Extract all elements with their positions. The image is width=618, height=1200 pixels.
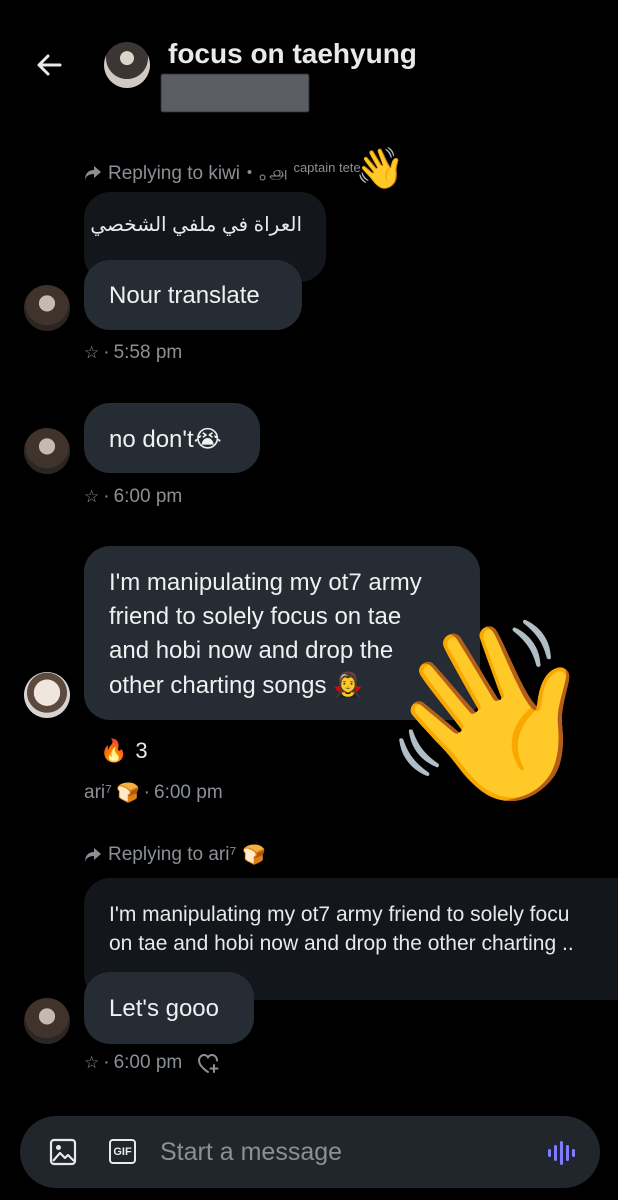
quoted-line: I'm manipulating my ot7 army friend to s…: [109, 903, 570, 926]
add-reaction-heart-icon[interactable]: [196, 1052, 220, 1074]
message-line: and hobi now and drop the: [109, 637, 394, 664]
message-time: 5:58 pm: [113, 342, 183, 363]
fire-emoji: 🔥: [100, 738, 128, 764]
crying-face-emoji: 😭: [193, 425, 222, 453]
bread-emoji: 🍞: [116, 782, 140, 804]
conversation-title[interactable]: focus on taehyung: [168, 38, 417, 70]
message-time: 6:00 pm: [113, 486, 183, 507]
back-arrow-icon[interactable]: [34, 50, 64, 80]
reply-arrow-icon: [85, 165, 101, 180]
replying-to-text: Replying to ari⁷: [108, 843, 237, 865]
message-time: 6:00 pm: [113, 1052, 183, 1073]
avatar[interactable]: [24, 672, 70, 718]
avatar[interactable]: [24, 285, 70, 331]
message-bubble[interactable]: Nour translate: [84, 260, 302, 330]
message-line: I'm manipulating my ot7 army: [109, 569, 422, 596]
reaction-count: 3: [135, 738, 148, 763]
replying-to-extra: captain tete: [293, 160, 361, 175]
avatar[interactable]: [24, 428, 70, 474]
waving-hand-sticker: 👋: [355, 146, 405, 192]
redacted-username: [161, 74, 309, 112]
bread-emoji: 🍞: [242, 844, 266, 866]
sender-name[interactable]: ari⁷: [84, 782, 112, 804]
message-meta: ☆ · 5:58 pm: [84, 342, 183, 363]
star-icon[interactable]: ☆: [84, 487, 99, 507]
message-line-text: other charting songs: [109, 672, 327, 699]
message-time: 6:00 pm: [154, 781, 223, 803]
voice-message-icon[interactable]: [546, 1139, 576, 1167]
message-meta: ☆ · 6:00 pm: [84, 486, 183, 507]
replying-to-label[interactable]: Replying to ari⁷ 🍞: [84, 843, 266, 866]
quoted-text: العراة في ملفي الشخصي: [90, 214, 302, 236]
message-bubble[interactable]: Let's gooo: [84, 972, 254, 1044]
message-line: friend to solely focus on tae: [109, 603, 402, 630]
replying-to-text: Replying to kiwi・｡௮: [108, 163, 288, 184]
message-text: Let's gooo: [109, 995, 220, 1022]
message-text: Nour translate: [109, 282, 260, 309]
message-line: other charting songs 🧛‍♀️: [109, 668, 422, 703]
message-text: I'm manipulating my ot7 army friend to s…: [109, 566, 422, 703]
reaction-pill[interactable]: 🔥 3: [100, 738, 148, 764]
image-icon[interactable]: [49, 1138, 77, 1166]
message-text: no don't😭: [109, 425, 222, 454]
gif-button[interactable]: GIF: [109, 1139, 136, 1164]
conversation-avatar[interactable]: [104, 42, 150, 88]
avatar[interactable]: [24, 998, 70, 1044]
waving-hand-sticker: 👋: [380, 611, 598, 814]
message-input[interactable]: Start a message: [160, 1138, 342, 1167]
quoted-text: I'm manipulating my ot7 army friend to s…: [109, 900, 574, 958]
replying-to-label[interactable]: Replying to kiwi・｡௮ captain tete: [84, 158, 361, 187]
vampire-emoji: 🧛‍♀️: [333, 671, 364, 699]
quoted-line: on tae and hobi now and drop the other c…: [109, 932, 574, 955]
message-bubble[interactable]: no don't😭: [84, 403, 260, 473]
star-icon[interactable]: ☆: [84, 1053, 99, 1073]
star-icon[interactable]: ☆: [84, 343, 99, 363]
message-text-content: no don't: [109, 426, 194, 453]
message-meta: ari⁷ 🍞 · 6:00 pm: [84, 781, 223, 805]
message-meta: ☆ · 6:00 pm: [84, 1052, 220, 1074]
reply-arrow-icon: [85, 847, 101, 862]
